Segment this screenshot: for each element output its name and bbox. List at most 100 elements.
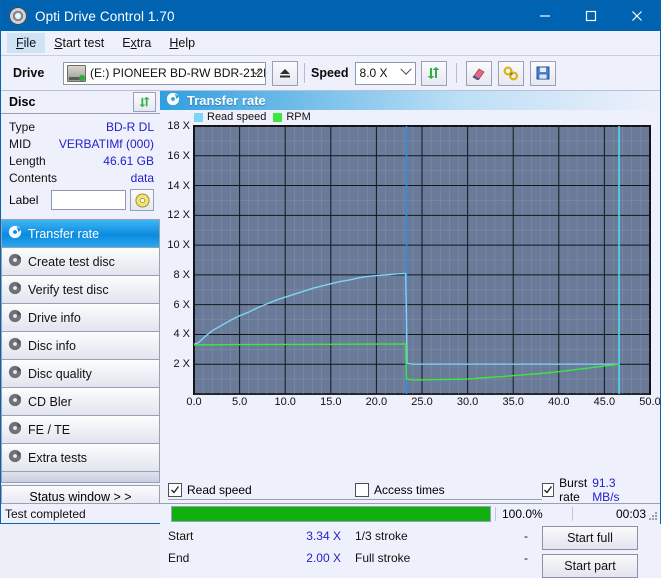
sidebar-item-label: Transfer rate xyxy=(28,226,100,241)
menu-start-test[interactable]: Start test xyxy=(45,33,113,53)
chart-x-tick: 25.0 xyxy=(411,396,433,408)
disc-row-length: Length 46.61 GB xyxy=(9,152,154,169)
legend-label-read-speed: Read speed xyxy=(207,111,267,123)
legend-swatch-read-speed xyxy=(194,112,203,122)
chart-x-tick: 10.0 xyxy=(274,396,296,408)
chart-header: Transfer rate xyxy=(160,91,660,110)
menu-file[interactable]: File xyxy=(7,33,46,53)
tools-button[interactable] xyxy=(497,60,524,86)
sidebar-item-label: Extra tests xyxy=(28,450,88,465)
status-text: Test completed xyxy=(5,506,86,521)
app-disc-icon xyxy=(9,7,27,25)
sidebar-item-create-test-disc[interactable]: Create test disc xyxy=(2,248,159,276)
chart-title: Transfer rate xyxy=(187,93,266,108)
read-speed-checkbox[interactable] xyxy=(168,483,182,497)
burst-rate-checkbox[interactable] xyxy=(542,483,555,497)
disc-icon xyxy=(8,309,22,326)
chart-x-tick: 20.0 xyxy=(365,396,388,408)
chart-canvas xyxy=(193,125,651,395)
disc-panel-header: Disc xyxy=(1,91,160,114)
disc-icon xyxy=(8,365,22,382)
start-full-label: Start full xyxy=(567,531,613,545)
third-stroke-value: - xyxy=(524,529,528,543)
chart-x-tick: 50.0 xyxy=(639,396,661,408)
chart-y-tick: 14 X xyxy=(167,179,190,192)
results-burst-rate: Burst rate 91.3 MB/s CPU usage 1 % Start… xyxy=(542,476,652,578)
read-speed-header: Read speed xyxy=(168,481,355,500)
disc-contents-value: data xyxy=(130,170,154,185)
burst-rate-header: Burst rate 91.3 MB/s xyxy=(542,476,652,504)
full-stroke-label: Full stroke xyxy=(355,551,411,565)
menu-bar: File Start test Extra Help xyxy=(1,31,660,56)
sidebar-item-cd-bler[interactable]: CD Bler xyxy=(2,388,159,416)
disc-type-label: Type xyxy=(9,119,36,134)
sidebar-item-verify-test-disc[interactable]: Verify test disc xyxy=(2,276,159,304)
sidebar-item-label: Disc quality xyxy=(28,366,92,381)
sidebar-item-disc-quality[interactable]: Disc quality xyxy=(2,360,159,388)
progress-bar xyxy=(171,505,491,522)
start-part-button[interactable]: Start part xyxy=(542,554,638,578)
drive-label: Drive xyxy=(13,66,45,80)
refresh-speed-button[interactable] xyxy=(420,60,447,86)
sidebar-item-label: Disc info xyxy=(28,338,76,353)
disc-length-label: Length xyxy=(9,153,46,168)
chevron-down-icon[interactable] xyxy=(397,63,415,82)
chart-x-tick: 35.0 xyxy=(502,396,524,408)
sidebar-item-label: FE / TE xyxy=(28,422,71,437)
erase-button[interactable] xyxy=(465,60,492,86)
resize-grip-icon[interactable] xyxy=(647,510,658,521)
chart-y-tick: 2 X xyxy=(173,358,190,371)
end-label: End xyxy=(168,551,190,565)
disc-mid-label: MID xyxy=(9,136,31,151)
disc-row-contents: Contents data xyxy=(9,169,154,186)
chart-y-axis: 2 X 4 X 6 X 8 X 10 X 12 X 14 X 16 X 18 X xyxy=(160,120,192,396)
start-full-button[interactable]: Start full xyxy=(542,526,638,550)
eject-button[interactable] xyxy=(272,60,298,86)
chart-x-tick: 40.0 xyxy=(548,396,570,408)
sidebar-item-fe-te[interactable]: FE / TE xyxy=(2,416,159,444)
disc-label-button[interactable] xyxy=(130,189,154,211)
results-panel: Read speed Average 2.95 X Start 3.34 X E… xyxy=(160,475,660,578)
sidebar-item-label: Drive info xyxy=(28,310,81,325)
start-label: Start xyxy=(168,529,194,543)
chart-y-tick: 12 X xyxy=(167,209,190,222)
sidebar-item-extra-tests[interactable]: Extra tests xyxy=(2,444,159,472)
disc-info: Type BD-R DL MID VERBATIMf (000) Length … xyxy=(1,114,160,213)
chart-y-tick: 4 X xyxy=(173,328,190,341)
chevron-down-icon[interactable] xyxy=(247,63,265,82)
sidebar-item-disc-info[interactable]: Disc info xyxy=(2,332,159,360)
sidebar-item-label: Verify test disc xyxy=(28,282,109,297)
drive-toolbar: Drive (E:) PIONEER BD-RW BDR-212D 1.01 S… xyxy=(1,56,660,91)
action-buttons: Start full Start part xyxy=(542,526,652,578)
start-value: 3.34 X xyxy=(306,529,341,543)
sidebar-item-drive-info[interactable]: Drive info xyxy=(2,304,159,332)
menu-help[interactable]: Help xyxy=(160,33,204,53)
disc-label-input[interactable] xyxy=(51,190,126,210)
left-panel: Disc Type BD-R DL MID VERBATIMf (000) Le… xyxy=(1,91,160,509)
menu-extra[interactable]: Extra xyxy=(113,33,160,53)
sidebar-item-transfer-rate[interactable]: Transfer rate xyxy=(2,220,159,248)
disc-refresh-button[interactable] xyxy=(133,92,156,112)
disc-icon xyxy=(8,225,22,242)
title-bar: Opti Drive Control 1.70 xyxy=(1,1,660,31)
results-read-speed: Read speed Average 2.95 X Start 3.34 X E… xyxy=(168,481,355,578)
access-times-checkbox[interactable] xyxy=(355,483,369,497)
disc-icon xyxy=(8,281,22,298)
close-button[interactable] xyxy=(614,1,660,31)
main-content: Disc Type BD-R DL MID VERBATIMf (000) Le… xyxy=(1,91,661,509)
minimize-button[interactable] xyxy=(522,1,568,31)
maximize-button[interactable] xyxy=(568,1,614,31)
chart-x-tick: 15.0 xyxy=(320,396,342,408)
start-part-label: Start part xyxy=(564,559,616,573)
disc-type-value: BD-R DL xyxy=(105,119,154,134)
disc-icon xyxy=(8,421,22,438)
row-start: Start 3.34 X xyxy=(168,525,355,547)
sidebar-filler xyxy=(2,472,159,483)
full-stroke-value: - xyxy=(524,551,528,565)
chart-plot-area: 2 X 4 X 6 X 8 X 10 X 12 X 14 X 16 X 18 X xyxy=(160,120,660,396)
speed-select[interactable]: 8.0 X xyxy=(354,61,416,85)
drive-select[interactable]: (E:) PIONEER BD-RW BDR-212D 1.01 xyxy=(63,61,266,85)
legend-swatch-rpm xyxy=(273,112,283,122)
disc-contents-label: Contents xyxy=(9,170,58,185)
save-button[interactable] xyxy=(529,60,556,86)
